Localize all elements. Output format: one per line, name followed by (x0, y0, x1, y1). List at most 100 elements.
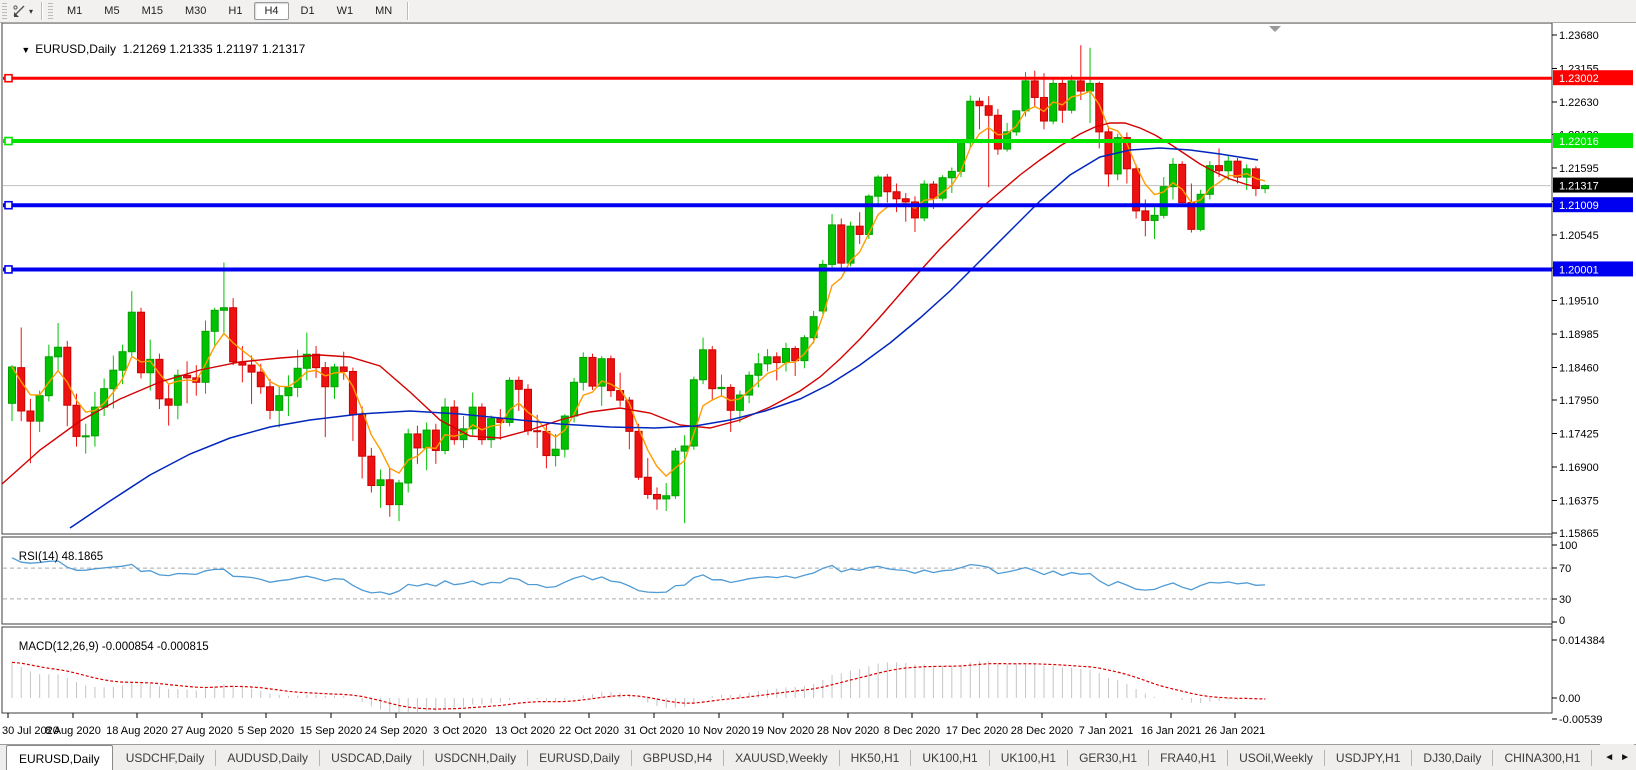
candle-body (265, 386, 274, 411)
candle-body (901, 198, 910, 203)
candle-body (54, 346, 63, 358)
candle-body (219, 307, 228, 311)
line-anchor-handle[interactable] (4, 136, 13, 146)
candle-body (127, 311, 136, 353)
chart-tab-xauusd-weekly[interactable]: XAUUSD,Weekly (724, 750, 840, 766)
chart-tab-usdcad-daily[interactable]: USDCAD,Daily (320, 750, 424, 766)
chart-tab-dj30-daily[interactable]: DJ30,Daily (1412, 750, 1494, 766)
price-tick-label: 1.19510 (1559, 296, 1599, 308)
tab-scroll-left-icon[interactable]: ◄ (1604, 752, 1614, 763)
line-anchor-handle[interactable] (4, 200, 13, 210)
candle-body (542, 430, 551, 457)
timeframe-button-m15[interactable]: M15 (132, 2, 173, 20)
chart-tab-audusd-daily[interactable]: AUDUSD,Daily (216, 750, 321, 766)
date-tick-label: 13 Oct 2020 (495, 725, 555, 737)
toolbar-drag-handle-2[interactable] (48, 3, 54, 19)
rsi-value: 48.1865 (61, 551, 104, 563)
candle-body (422, 429, 431, 449)
chart-symbol-label: EURUSD,Daily (35, 42, 116, 56)
toolbar-separator (41, 2, 43, 20)
candle-body (874, 176, 883, 197)
tab-scroll-controls: ◄ ► (1600, 744, 1634, 770)
chart-tab-usdcnh-daily[interactable]: USDCNH,Daily (424, 750, 529, 766)
toolbar-drag-handle[interactable] (2, 3, 7, 19)
timeframe-button-m1[interactable]: M1 (57, 2, 92, 20)
timeframe-button-w1[interactable]: W1 (327, 2, 364, 20)
chart-shift-marker-icon[interactable] (1269, 26, 1281, 32)
timeframe-button-mn[interactable]: MN (365, 2, 402, 20)
candle-body (330, 366, 339, 388)
tab-scroll-right-icon[interactable]: ► (1620, 752, 1630, 763)
candle-body (394, 482, 403, 506)
price-tick-label: 1.18460 (1559, 363, 1599, 375)
date-tick-label: 26 Jan 2021 (1205, 725, 1266, 737)
chart-tab-gbpusd-h4[interactable]: GBPUSD,H4 (632, 750, 725, 766)
ma-fast-line[interactable] (11, 90, 1266, 478)
candle-body (1021, 80, 1030, 112)
price-chart-canvas[interactable]: 1.236801.231551.226301.221201.215951.210… (0, 0, 1636, 770)
chart-tab-eurusd-daily[interactable]: EURUSD,Daily (6, 745, 113, 770)
candle-body (1030, 80, 1039, 98)
chart-tab-uk100-h1[interactable]: UK100,H1 (911, 750, 990, 766)
chart-tab-ger30-h1[interactable]: GER30,H1 (1068, 750, 1150, 766)
candle-body (321, 367, 330, 388)
rsi-indicator-label: RSI(14) 48.1865 (6, 539, 103, 575)
chart-tab-uk100-h1[interactable]: UK100,H1 (990, 750, 1069, 766)
timeframe-button-d1[interactable]: D1 (291, 2, 325, 20)
chart-tab-usoil-weekly[interactable]: USOil,Weekly (1228, 750, 1325, 766)
date-tick-label: 10 Nov 2020 (688, 725, 750, 737)
candle-body (358, 414, 367, 457)
candle-body (173, 374, 182, 406)
line-studies-tool-icon[interactable] (10, 3, 28, 19)
candle-body (1150, 214, 1159, 221)
price-tick-label: 1.22630 (1559, 97, 1599, 109)
candle-body (533, 430, 542, 433)
date-tick-label: 3 Oct 2020 (433, 725, 487, 737)
timeframe-button-m30[interactable]: M30 (175, 2, 216, 20)
tool-dropdown-caret[interactable]: ▾ (29, 7, 33, 16)
candle-body (1113, 137, 1122, 175)
chart-tab-bar: EURUSD,Daily USDCHF,Daily AUDUSD,Daily USDC… (0, 744, 1636, 770)
date-tick-label: 18 Aug 2020 (106, 725, 168, 737)
chart-title-dropdown-icon[interactable]: ▼ (21, 45, 30, 55)
macd-tick-label: -0.00539 (1559, 714, 1602, 726)
chart-tab-china300-h1[interactable]: CHINA300,H1 (1493, 750, 1593, 766)
chart-tab-usdchf-daily[interactable]: USDCHF,Daily (115, 750, 217, 766)
candle-body (155, 358, 164, 400)
candle-body (1067, 80, 1076, 111)
timeframe-button-h4[interactable]: H4 (254, 2, 289, 20)
price-tick-label: 1.21595 (1559, 163, 1599, 175)
candle-body (855, 225, 864, 235)
timeframe-button-h1[interactable]: H1 (218, 2, 252, 20)
candle-body (570, 381, 579, 417)
line-anchor-handle[interactable] (4, 73, 13, 83)
macd-values: -0.000854 -0.000815 (101, 641, 209, 653)
candle-body (1261, 185, 1270, 190)
chart-tab-usdjpy-h1[interactable]: USDJPY,H1 (1325, 750, 1413, 766)
line-anchor-handle[interactable] (4, 265, 13, 274)
candle-body (966, 100, 975, 144)
candle-body (929, 183, 938, 199)
rsi-tick-label: 70 (1559, 563, 1571, 575)
timeframe-button-m5[interactable]: M5 (94, 2, 129, 20)
candle-body (745, 374, 754, 396)
chart-tab-eurusd-daily[interactable]: EURUSD,Daily (528, 750, 632, 766)
candle-body (828, 224, 837, 265)
candle-body (514, 379, 523, 390)
candle-body (284, 386, 293, 397)
candle-body (247, 364, 256, 373)
candle-body (109, 369, 118, 390)
chart-tab-fra40-h1[interactable]: FRA40,H1 (1149, 750, 1229, 766)
candle-body (505, 379, 514, 423)
date-tick-label: 17 Dec 2020 (946, 725, 1008, 737)
candle-body (689, 379, 698, 447)
rsi-name: RSI(14) (18, 551, 59, 563)
candle-body (275, 395, 284, 411)
chart-tab-hk50-h1[interactable]: HK50,H1 (840, 750, 912, 766)
macd-signal-line (11, 661, 1266, 710)
date-tick-label: 22 Oct 2020 (559, 725, 619, 737)
line-price-label: 1.20001 (1559, 264, 1599, 276)
candle-body (1104, 131, 1113, 175)
date-tick-label: 28 Nov 2020 (817, 725, 879, 737)
candle-body (1215, 165, 1224, 172)
